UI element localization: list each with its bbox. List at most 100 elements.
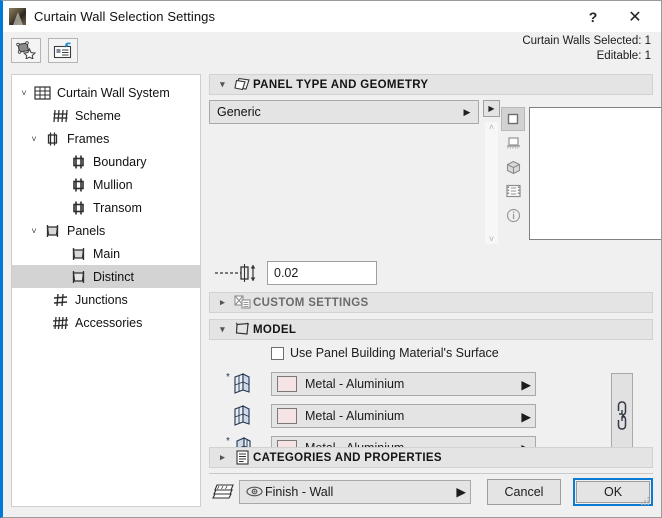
sidebar-item-main[interactable]: Main (12, 242, 200, 265)
help-button[interactable]: ? (573, 1, 613, 32)
window-title: Curtain Wall Selection Settings (34, 9, 216, 24)
surface-row-outside: * Metal - Aluminium ▶ (209, 368, 653, 400)
2d-symbol-view-icon[interactable] (501, 107, 525, 131)
edge-surface-icon (209, 403, 271, 429)
edge-surface-dropdown[interactable]: Metal - Aluminium ▶ (271, 404, 536, 428)
expand-arrow-icon[interactable]: ▶ (483, 100, 500, 117)
chevron-right-icon: ▶ (463, 106, 471, 117)
sidebar-item-scheme[interactable]: Scheme (12, 104, 200, 127)
sidebar-item-label: Main (93, 246, 121, 261)
sidebar-item-label: Panels (67, 223, 106, 238)
sidebar-item-label: Mullion (93, 177, 133, 192)
categories-list-icon (231, 450, 253, 465)
dialog-body: ˅ Curtain Wall System Scheme ˅ Frames Bo… (3, 68, 661, 517)
sidebar-item-accessories[interactable]: Accessories (12, 311, 200, 334)
sidebar-item-label: Curtain Wall System (57, 85, 170, 100)
main-panel-icon (68, 246, 88, 262)
footer-buttons: Cancel OK (487, 477, 653, 506)
layers-stack-icon (209, 483, 239, 501)
chevron-down-icon[interactable]: ▾ (214, 79, 231, 90)
outside-surface-value: Metal - Aluminium (305, 377, 405, 391)
chevron-down-icon[interactable]: ▾ (214, 324, 231, 335)
mullion-frame-icon (68, 177, 88, 193)
sidebar-item-transom[interactable]: Transom (12, 196, 200, 219)
link-surfaces-button[interactable] (611, 373, 633, 458)
section-categories-and-properties[interactable]: ▸ CATEGORIES AND PROPERTIES (209, 447, 653, 468)
favorites-star-icon (16, 41, 36, 59)
section-title: CUSTOM SETTINGS (253, 296, 369, 309)
sidebar-item-label: Junctions (75, 292, 128, 307)
sidebar-item-frames[interactable]: ˅ Frames (12, 127, 200, 150)
sidebar-item-curtain-wall-system[interactable]: ˅ Curtain Wall System (12, 81, 200, 104)
preview-scroll-column: ▶ ˄ ˅ (483, 100, 501, 246)
section-panel-type-and-geometry[interactable]: ▾ PANEL TYPE AND GEOMETRY (209, 74, 653, 95)
sidebar-item-label: Boundary (93, 154, 147, 169)
chevron-down-icon[interactable]: ˅ (26, 226, 42, 236)
chevron-right-icon[interactable]: ▸ (214, 297, 231, 308)
sidebar-item-junctions[interactable]: Junctions (12, 288, 200, 311)
boundary-frame-icon (68, 154, 88, 170)
scroll-down-icon[interactable]: ˅ (489, 234, 494, 244)
close-button[interactable]: ✕ (615, 1, 655, 32)
selection-count-line2: Editable: 1 (596, 50, 651, 62)
chevron-right-icon: ▶ (456, 485, 466, 499)
surface-color-swatch (277, 376, 297, 392)
sidebar-item-label: Accessories (75, 315, 143, 330)
panel-type-dropdown[interactable]: Generic ▶ (209, 100, 479, 124)
scroll-up-icon[interactable]: ˄ (489, 122, 494, 132)
junctions-icon (50, 292, 70, 308)
panel-thickness-value: 0.02 (274, 266, 299, 280)
surface-color-swatch (277, 408, 297, 424)
panel-thickness-icon (209, 263, 267, 283)
accessories-icon (50, 315, 70, 331)
sidebar-item-label: Scheme (75, 108, 121, 123)
archicad-logo-icon (9, 8, 26, 25)
sidebar-item-label: Frames (67, 131, 110, 146)
panel-type-value: Generic (217, 105, 261, 119)
section-title: MODEL (253, 323, 297, 336)
panel-preview-canvas[interactable] (529, 107, 661, 240)
cancel-button[interactable]: Cancel (487, 478, 561, 505)
panel-thickness-input[interactable]: 0.02 (267, 261, 377, 285)
section-model[interactable]: ▾ MODEL (209, 319, 653, 340)
resize-grip-icon[interactable] (641, 497, 650, 506)
sidebar-item-panels[interactable]: ˅ Panels (12, 219, 200, 242)
sidebar-item-distinct[interactable]: Distinct (12, 265, 200, 288)
info-view-icon[interactable] (501, 203, 525, 227)
dialog-toolbar: Curtain Walls Selected: 1 Editable: 1 (3, 32, 661, 68)
use-building-material-surface-row[interactable]: Use Panel Building Material's Surface (209, 340, 653, 366)
chevron-right-icon: ▶ (521, 377, 531, 392)
edge-surface-value: Metal - Aluminium (305, 409, 405, 423)
elevation-view-icon[interactable] (501, 131, 525, 155)
panel-stack-icon (231, 77, 253, 92)
eye-visibility-icon[interactable] (246, 486, 265, 497)
preview-view-toolbar (501, 107, 525, 227)
layer-dropdown[interactable]: Finish - Wall ▶ (239, 479, 471, 504)
use-building-material-surface-label: Use Panel Building Material's Surface (290, 346, 499, 360)
chevron-right-icon[interactable]: ▸ (214, 452, 231, 463)
sidebar-item-boundary[interactable]: Boundary (12, 150, 200, 173)
favorites-button[interactable] (11, 37, 41, 63)
layer-value: Finish - Wall (265, 484, 334, 499)
list-view-icon[interactable] (501, 179, 525, 203)
section-title: PANEL TYPE AND GEOMETRY (253, 78, 429, 91)
model-outline-icon (231, 322, 253, 337)
frames-icon (42, 131, 62, 147)
ok-button[interactable]: OK (576, 480, 650, 503)
curtain-wall-settings-dialog: Curtain Wall Selection Settings ? ✕ Curt… (0, 0, 662, 518)
chevron-down-icon[interactable]: ˅ (16, 88, 32, 98)
3d-view-icon[interactable] (501, 155, 525, 179)
selection-count-line1: Curtain Walls Selected: 1 (522, 35, 651, 47)
chevron-down-icon[interactable]: ˅ (26, 134, 42, 144)
outside-surface-icon: * (209, 371, 271, 397)
use-building-material-surface-checkbox[interactable] (271, 346, 284, 360)
section-custom-settings[interactable]: ▸ CUSTOM SETTINGS (209, 292, 653, 313)
distinct-panel-icon (68, 269, 88, 285)
sidebar-item-mullion[interactable]: Mullion (12, 173, 200, 196)
scheme-grid-icon (50, 108, 70, 124)
outside-surface-dropdown[interactable]: Metal - Aluminium ▶ (271, 372, 536, 396)
title-bar: Curtain Wall Selection Settings ? ✕ (3, 1, 661, 32)
preview-scrollbar[interactable]: ˄ ˅ (485, 122, 498, 244)
settings-transfer-button[interactable] (48, 37, 78, 63)
svg-text:*: * (226, 372, 230, 383)
